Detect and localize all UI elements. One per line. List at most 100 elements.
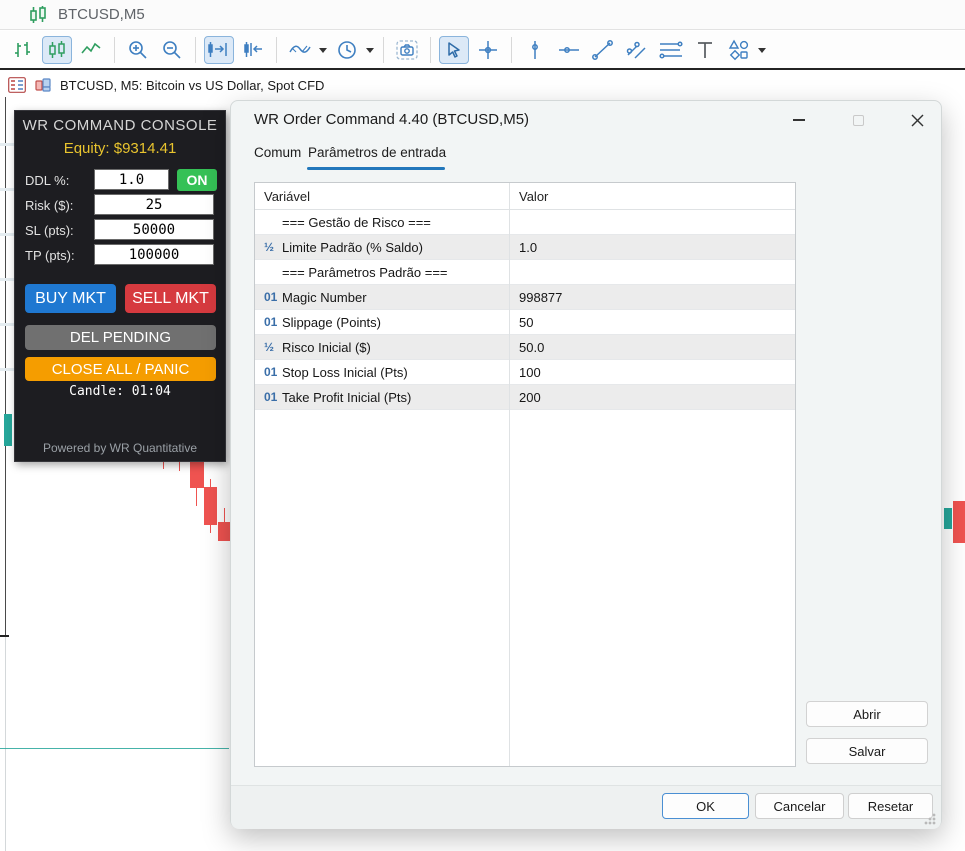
line-chart-icon[interactable] [76,36,106,64]
param-value[interactable]: 200 [509,390,541,405]
param-label: Limite Padrão (% Saldo) [282,239,423,255]
buy-mkt-button[interactable]: BUY MKT [25,284,116,313]
chart-left-border-lower [5,637,6,851]
sl-input[interactable] [94,219,214,240]
sl-label: SL (pts): [25,223,74,238]
table-row[interactable]: 01 Slippage (Points) 50 [255,310,795,335]
scroll-to-chart-end-icon[interactable] [204,35,234,64]
gridline [0,233,14,236]
param-value[interactable]: 50.0 [509,340,544,355]
minimize-icon[interactable] [784,109,814,131]
param-type-icon: 01 [264,290,278,304]
sell-mkt-button[interactable]: SELL MKT [125,284,216,313]
gridline [0,278,14,281]
ddl-label: DDL %: [25,173,70,188]
timeframes-clock-icon[interactable] [332,36,362,64]
chart-shift-icon[interactable] [238,36,268,64]
equity-value: Equity: $9314.41 [63,140,177,157]
cursor-icon[interactable] [439,35,469,64]
quote-list-icon[interactable] [8,77,26,93]
equidistant-lines-tool-icon[interactable] [656,36,686,64]
order-command-dialog: WR Order Command 4.40 (BTCUSD,M5) Comum … [230,100,942,829]
param-label: Risco Inicial ($) [282,339,371,355]
trendline-tool-icon[interactable] [588,36,618,64]
zoom-in-icon[interactable] [123,36,153,64]
ok-button[interactable]: OK [662,793,749,819]
console-footer: Powered by WR Quantitative [42,441,198,455]
ddl-on-button[interactable]: ON [177,169,217,191]
table-row-section[interactable]: === Gestão de Risco === [255,210,795,235]
tab-comum[interactable]: Comum [254,145,301,160]
tab-parametros-de-entrada[interactable]: Parâmetros de entrada [308,145,446,160]
wr-command-console: WR COMMAND CONSOLE Equity: $9314.41 DDL … [14,110,226,462]
shapes-tool-icon[interactable] [724,36,754,64]
table-row[interactable]: 01 Magic Number 998877 [255,285,795,310]
channel-tool-icon[interactable] [622,36,652,64]
zoom-out-icon[interactable] [157,36,187,64]
dialog-title: WR Order Command 4.40 (BTCUSD,M5) [254,111,530,128]
toolbar-separator [114,36,115,63]
console-title: WR COMMAND CONSOLE [22,117,218,134]
mini-candles-icon[interactable] [34,77,52,93]
symbol-description: BTCUSD, M5: Bitcoin vs US Dollar, Spot C… [60,77,325,93]
resize-grip[interactable] [924,813,936,825]
column-divider [509,183,510,766]
gridline [0,188,14,191]
param-type-icon: 01 [264,315,278,329]
param-label: === Gestão de Risco === [282,214,431,230]
param-type-icon: 01 [264,390,278,404]
candle-wick [196,488,197,506]
vertical-line-tool-icon[interactable] [520,36,550,64]
candle-wick [210,479,211,487]
crosshair-icon[interactable] [473,36,503,64]
param-value[interactable]: 998877 [509,290,562,305]
table-row[interactable]: ½ Risco Inicial ($) 50.0 [255,335,795,360]
candlestick-logo-icon [28,5,48,25]
tp-input[interactable] [94,244,214,265]
tp-label: TP (pts): [25,248,75,263]
param-value[interactable]: 1.0 [509,240,537,255]
param-type-icon: ½ [264,240,275,254]
resetar-button[interactable]: Resetar [848,793,933,819]
toolbar-separator [430,36,431,63]
param-label: Magic Number [282,289,367,305]
del-pending-button[interactable]: DEL PENDING [25,325,216,350]
candle [204,487,217,525]
salvar-button[interactable]: Salvar [806,738,928,764]
screenshot-camera-icon[interactable] [392,36,422,64]
gridline [0,368,14,371]
param-value[interactable]: 50 [509,315,533,330]
toolbar-separator [276,36,277,63]
candle-wick [210,525,211,533]
table-row[interactable]: ½ Limite Padrão (% Saldo) 1.0 [255,235,795,260]
table-row[interactable]: 01 Stop Loss Inicial (Pts) 100 [255,360,795,385]
shapes-dropdown-caret[interactable] [757,46,767,54]
table-row[interactable]: 01 Take Profit Inicial (Pts) 200 [255,385,795,410]
window-title: BTCUSD,M5 [58,6,145,23]
param-label: === Parâmetros Padrão === [282,264,448,280]
column-header-variavel: Variável [264,189,311,204]
close-icon[interactable] [902,109,932,131]
abrir-button[interactable]: Abrir [806,701,928,727]
parameters-table: Variável Valor === Gestão de Risco === ½… [254,182,796,767]
indicators-icon[interactable] [285,36,315,64]
table-row-section[interactable]: === Parâmetros Padrão === [255,260,795,285]
risk-input[interactable] [94,194,214,215]
close-all-panic-button[interactable]: CLOSE ALL / PANIC [25,357,216,381]
param-value[interactable]: 100 [509,365,541,380]
timeframes-dropdown-caret[interactable] [365,46,375,54]
candle [953,501,965,543]
text-tool-icon[interactable] [690,36,720,64]
toolbar-separator [511,36,512,63]
toolbar-separator [195,36,196,63]
indicators-dropdown-caret[interactable] [318,46,328,54]
table-rows: === Gestão de Risco === ½ Limite Padrão (… [255,210,795,410]
cancelar-button[interactable]: Cancelar [755,793,844,819]
candlesticks-icon[interactable] [42,35,72,64]
chart-left-border [5,97,6,637]
candle [218,522,230,541]
candle-wick [224,508,225,522]
ddl-input[interactable] [94,169,169,190]
ohlc-bars-icon[interactable] [8,36,38,64]
horizontal-line-tool-icon[interactable] [554,36,584,64]
